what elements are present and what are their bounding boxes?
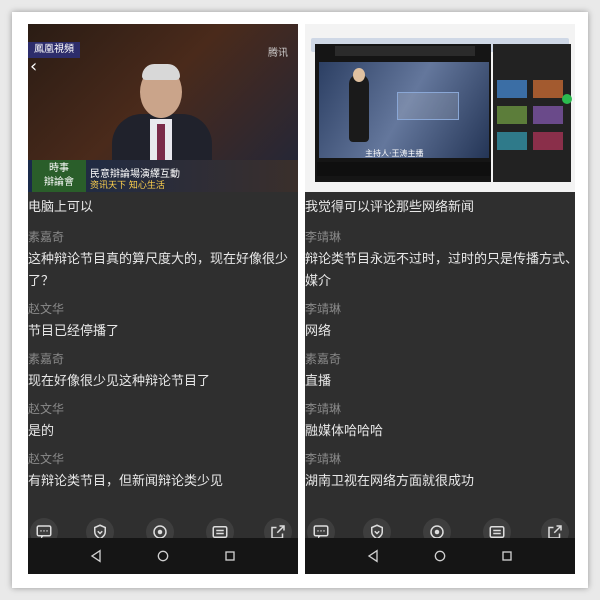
anchor-hair — [142, 64, 180, 80]
player-controls[interactable] — [317, 162, 491, 176]
comment-text: 直播 — [305, 374, 332, 389]
recommendation-thumbnail[interactable] — [533, 106, 563, 124]
comment-list: 电脑上可以 素嘉奇 这种辩论节目真的算尺度大的，现在好像很少 了？ 赵文华 节目… — [28, 192, 298, 510]
comment-author: 赵文华 — [28, 302, 65, 316]
comment-text: 这种辩论节目真的算尺度大的，现在好像很少 — [28, 252, 289, 267]
recommendation-thumbnail[interactable] — [533, 80, 563, 98]
back-arrow-icon[interactable]: ‹ — [30, 56, 37, 77]
recents-icon[interactable] — [497, 546, 517, 566]
recommendation-thumbnail[interactable] — [497, 80, 527, 98]
comment-author: 李靖琳 — [305, 302, 342, 316]
comment-text: 是的 — [28, 424, 55, 439]
comment-text: 现在好像很少见这种辩论节目了 — [28, 374, 211, 389]
comment-text: 电脑上可以 — [28, 200, 94, 215]
comment-text: 媒介 — [305, 274, 332, 289]
comment-author: 李靖琳 — [305, 230, 342, 244]
comment-text: 湖南卫视在网络方面就很成功 — [305, 474, 475, 489]
home-icon[interactable] — [153, 546, 173, 566]
right-phone-screen: 主持人·王涛主播 我觉得可以评论那些网络新闻 李靖琳 辩论类节目永远不过时，过时… — [305, 24, 575, 574]
android-navbar — [305, 538, 575, 574]
comment-text: 了？ — [28, 274, 55, 289]
comment-text: 融媒体哈哈哈 — [305, 424, 384, 439]
platform-watermark: 腾讯 — [268, 48, 288, 59]
comment-text: 我觉得可以评论那些网络新闻 — [305, 200, 475, 215]
recommendation-thumbnail[interactable] — [533, 132, 563, 150]
comment-author: 李靖琳 — [305, 402, 342, 416]
studio-screen — [397, 92, 459, 120]
program-tag: 時事 辯論會 — [32, 160, 86, 192]
comment-author: 赵文华 — [28, 452, 65, 466]
recommendation-thumbnail[interactable] — [497, 106, 527, 124]
recommendation-thumbnail[interactable] — [497, 132, 527, 150]
presenter-face — [353, 68, 365, 82]
status-indicator — [562, 94, 572, 104]
back-icon[interactable] — [86, 546, 106, 566]
home-icon[interactable] — [430, 546, 450, 566]
comment-author: 素嘉奇 — [28, 230, 65, 244]
presenter-body — [349, 74, 369, 142]
comment-list: 我觉得可以评论那些网络新闻 李靖琳 辩论类节目永远不过时，过时的只是传播方式、 … — [305, 192, 575, 510]
comment-author: 素嘉奇 — [28, 352, 65, 366]
comment-text: 有辩论类节目，但新闻辩论类少见 — [28, 474, 224, 489]
video-player[interactable]: 鳳凰視頻 腾讯 ‹ 時事 辯論會 民意辯論場演繹互動 资讯天下 知心生活 — [28, 24, 298, 192]
comment-text: 节目已经停播了 — [28, 324, 120, 339]
comment-author: 李靖琳 — [305, 452, 342, 466]
player-titlebar — [335, 46, 475, 56]
comment-author: 素嘉奇 — [305, 352, 342, 366]
left-phone-screen: 鳳凰視頻 腾讯 ‹ 時事 辯論會 民意辯論場演繹互動 资讯天下 知心生活 电脑上… — [28, 24, 298, 574]
lower-third-subtitle: 资讯天下 知心生活 — [90, 181, 165, 191]
android-navbar — [28, 538, 298, 574]
desktop-screenshot[interactable]: 主持人·王涛主播 — [305, 24, 575, 192]
recents-icon[interactable] — [220, 546, 240, 566]
player-caption: 主持人·王涛主播 — [365, 149, 424, 158]
comment-text: 辩论类节目永远不过时，过时的只是传播方式、 — [305, 252, 575, 267]
back-icon[interactable] — [363, 546, 383, 566]
comment-text: 网络 — [305, 324, 332, 339]
comment-author: 赵文华 — [28, 402, 65, 416]
